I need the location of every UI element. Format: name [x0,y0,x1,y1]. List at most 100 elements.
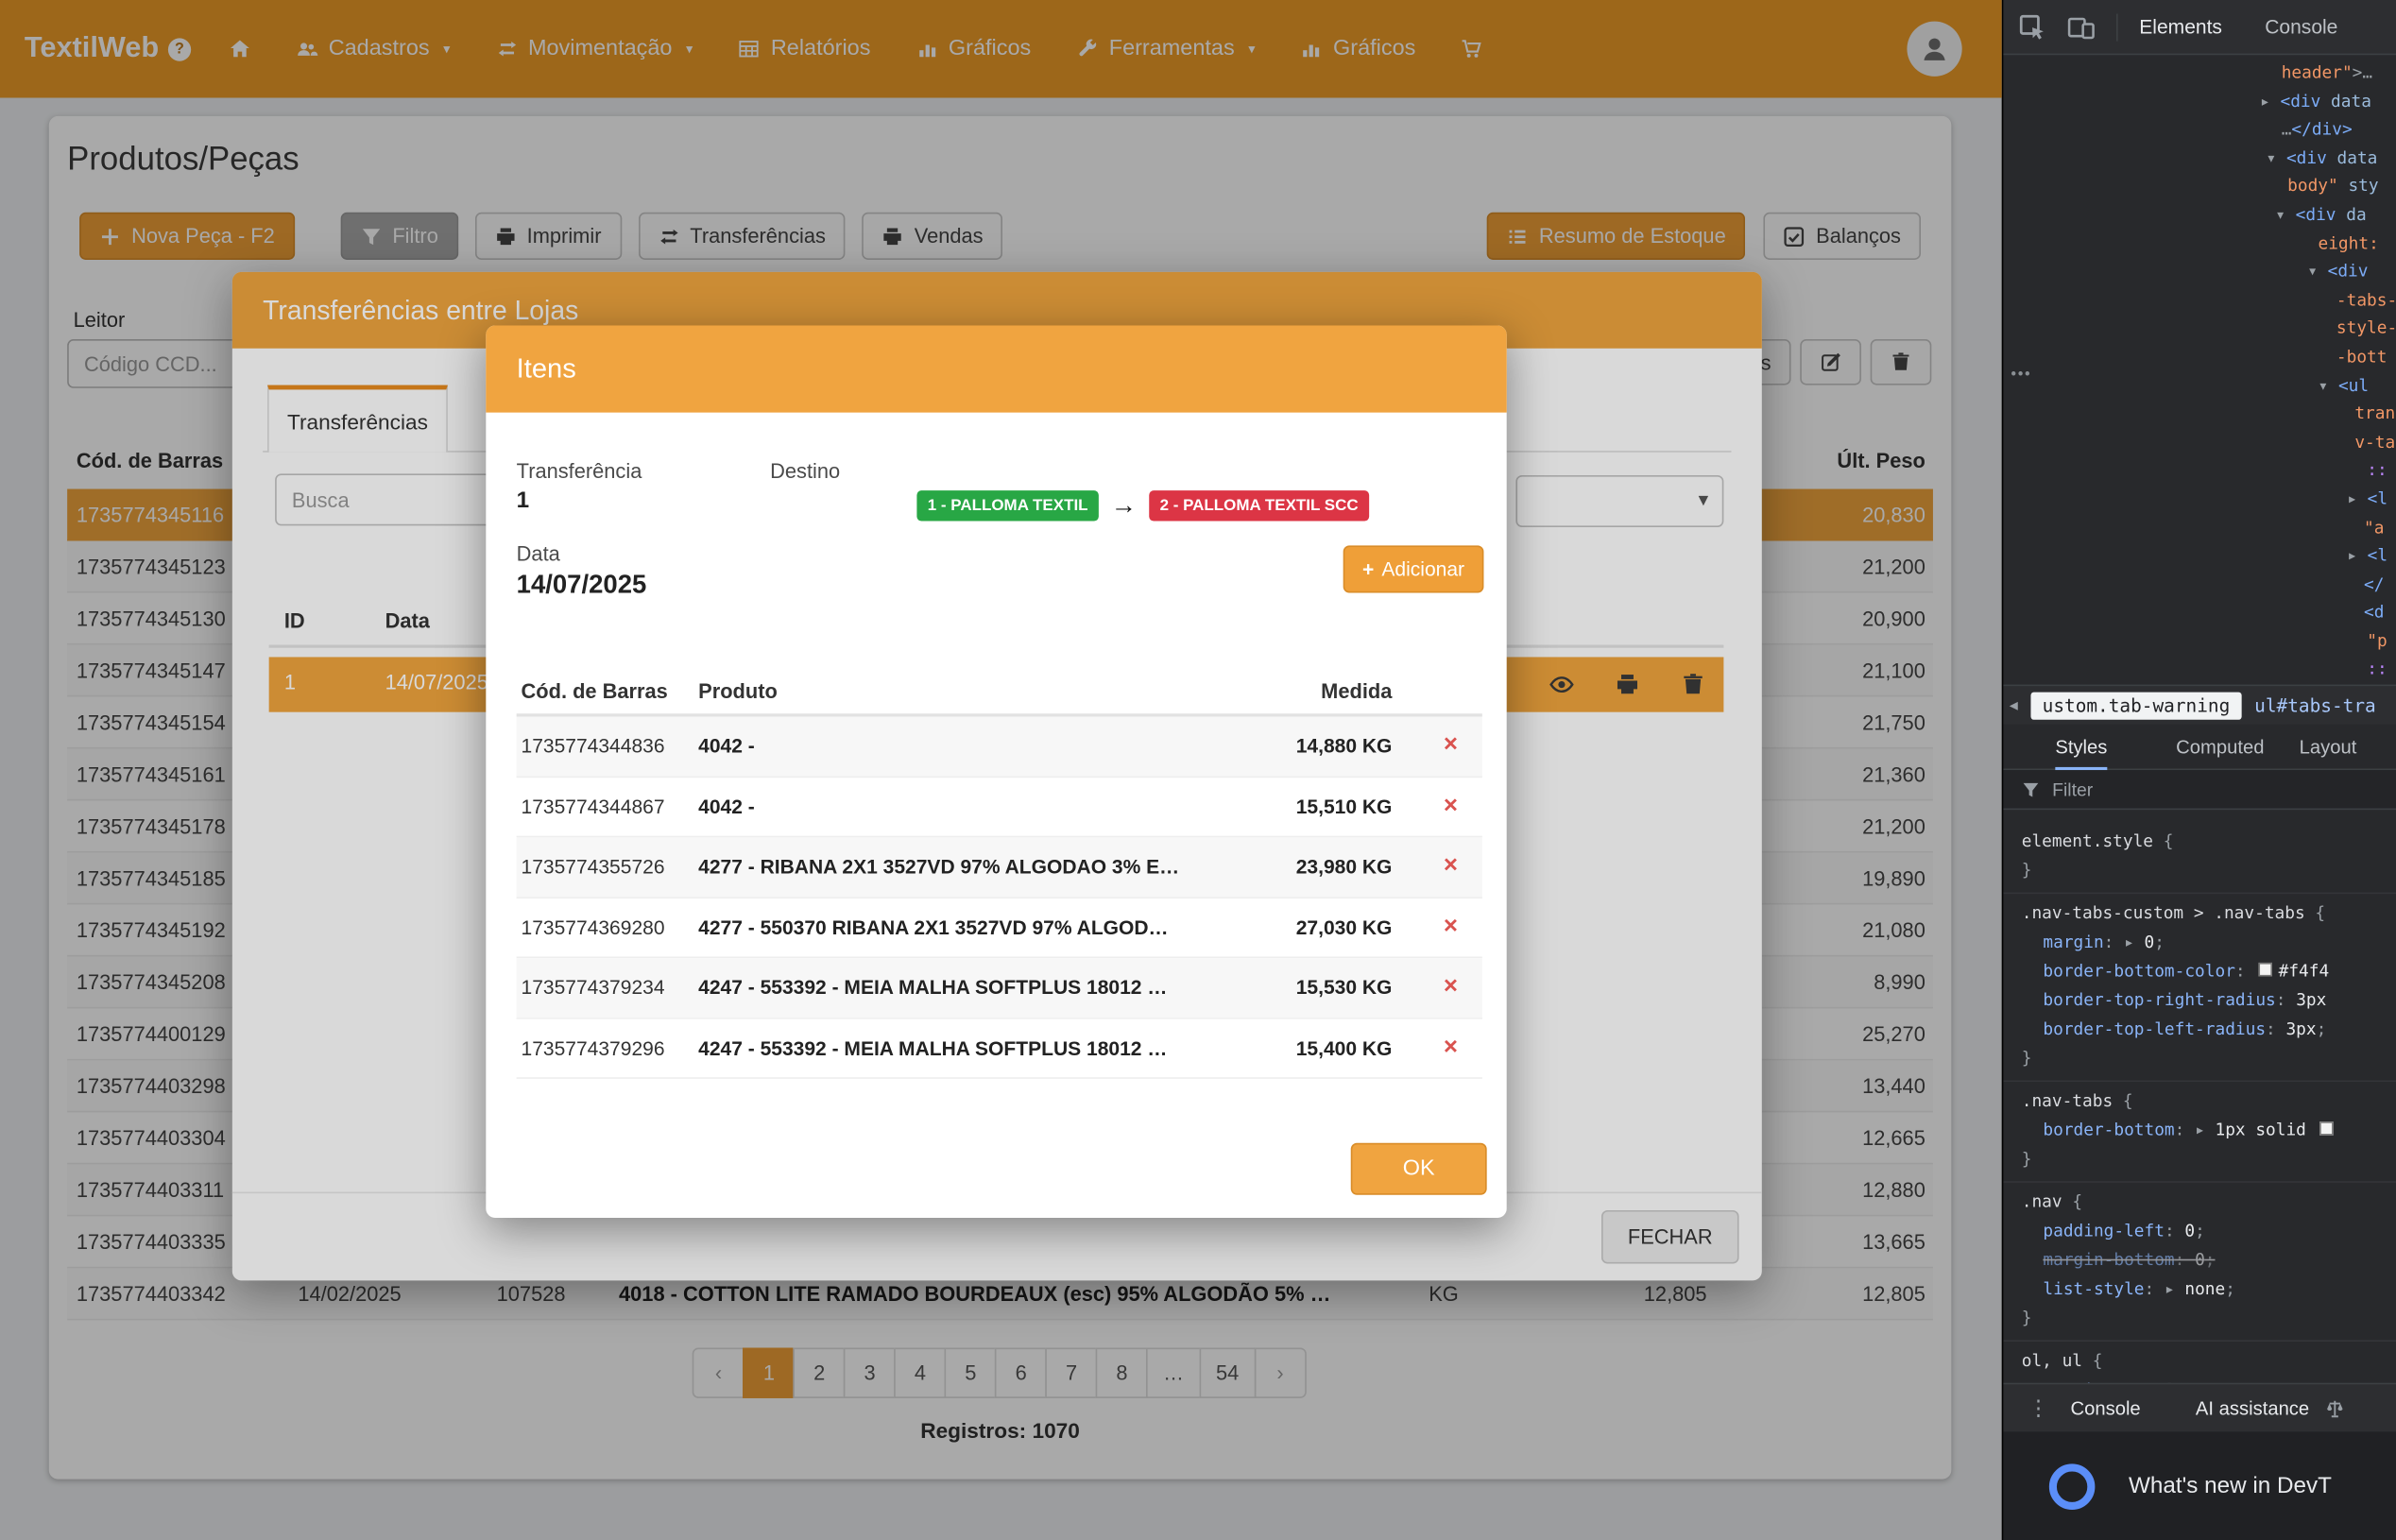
css-line[interactable]: ol, ul { [2022,1346,2396,1376]
css-line[interactable]: margin: ▸ 0; [2022,928,2396,957]
itens-table: 17357743448364042 -14,880 KG×17357743448… [517,717,1482,1079]
remove-item-button[interactable]: × [1444,974,1458,1001]
tree-line[interactable]: </ [2003,571,2396,599]
transferencia-value: 1 [517,488,529,513]
col-medida: Medida [1321,680,1392,703]
css-line[interactable]: margin-bottom: 0; [2022,1245,2396,1275]
tab-elements[interactable]: Elements [2139,15,2222,38]
tree-line[interactable]: …</div> [2003,116,2396,145]
css-line[interactable]: border-top-right-radius: 3px [2022,985,2396,1015]
css-line[interactable]: border-bottom: ▸ 1px solid [2022,1116,2396,1145]
destino-label: Destino [770,460,840,483]
css-line[interactable]: border-top-left-radius: 3px; [2022,1015,2396,1044]
tree-line[interactable]: :: [2003,657,2396,685]
tree-line[interactable]: style- [2003,316,2396,344]
tree-line[interactable]: ▾ <div da [2003,201,2396,230]
tree-line[interactable]: "p [2003,628,2396,657]
css-line[interactable]: .nav-tabs-custom > .nav-tabs { [2022,898,2396,928]
color-swatch-icon [2259,963,2273,977]
css-line[interactable]: .nav { [2022,1188,2396,1217]
css-line[interactable]: } [2022,1304,2396,1333]
tab-styles[interactable]: Styles [2055,736,2107,758]
drawer-tab-ai-assistance[interactable]: AI assistance [2196,1397,2309,1419]
cell-barcode: 1735774379234 [522,976,665,999]
tree-line[interactable]: ▸ <l [2003,542,2396,571]
tree-line[interactable]: v-ta [2003,429,2396,457]
css-line[interactable]: element.style { [2022,827,2396,856]
css-line[interactable]: } [2022,1044,2396,1073]
item-row: 17357743792344247 - 553392 - MEIA MALHA … [517,958,1482,1018]
tab-layout[interactable]: Layout [2300,736,2357,758]
scale-icon [2324,1397,2346,1419]
remove-item-button[interactable]: × [1444,914,1458,941]
route-badges: 1 - PALLOMA TEXTIL → 2 - PALLOMA TEXTIL … [916,490,1369,521]
css-line[interactable]: .nav-tabs { [2022,1087,2396,1116]
col-codigo: Cód. de Barras [522,680,668,703]
css-rule: element.style {} [2003,822,2396,894]
css-rule: .nav-tabs {border-bottom: ▸ 1px solid } [2003,1082,2396,1183]
tree-line[interactable]: body" sty [2003,173,2396,201]
device-toolbar-icon[interactable] [2067,13,2095,41]
tree-line[interactable]: <d [2003,599,2396,627]
css-rule: .nav-tabs-custom > .nav-tabs {margin: ▸ … [2003,894,2396,1082]
cell-medida: 15,510 KG [1296,795,1393,817]
adicionar-button[interactable]: + Adicionar [1343,545,1484,592]
css-line[interactable]: } [2022,1144,2396,1173]
remove-item-button[interactable]: × [1444,1035,1458,1062]
remove-item-button[interactable]: × [1444,793,1458,820]
adicionar-label: Adicionar [1381,557,1464,580]
css-line[interactable]: margin-top: 0; [2022,1376,2396,1383]
ok-button[interactable]: OK [1351,1143,1487,1195]
cell-produto: 4042 - [698,795,1225,817]
tree-line[interactable]: ▾ <div [2003,259,2396,287]
cell-produto: 4042 - [698,735,1225,758]
tree-line[interactable]: ▾ <div data [2003,145,2396,173]
tree-line[interactable]: ▾ <ul [2003,372,2396,401]
remove-item-button[interactable]: × [1444,732,1458,760]
drawer-menu-icon[interactable]: ⋮ [2028,1395,2049,1421]
sidebar-pane-tabs: Styles Computed Layout [2003,725,2396,771]
itens-modal: Itens Transferência 1 Destino 1 - PALLOM… [486,325,1506,1218]
tree-line[interactable]: -bott [2003,344,2396,372]
breadcrumb-selected[interactable]: ustom.tab-warning [2030,692,2243,719]
styles-rules: element.style {}.nav-tabs-custom > .nav-… [2003,810,2396,1383]
cell-produto: 4247 - 553392 - MEIA MALHA SOFTPLUS 1801… [698,1036,1225,1059]
tree-line[interactable]: header">… [2003,60,2396,88]
inspect-icon[interactable] [2019,13,2046,41]
elements-tree: header">…▸ <div data…</div>▾ <div databo… [2003,55,2396,684]
item-row: 17357743557264277 - RIBANA 2X1 3527VD 97… [517,837,1482,898]
css-line[interactable]: } [2022,856,2396,885]
drawer-tab-console[interactable]: Console [2071,1397,2141,1419]
tree-line[interactable]: "a [2003,514,2396,542]
cell-medida: 15,400 KG [1296,1036,1393,1059]
tree-line[interactable]: :: [2003,457,2396,486]
browser-page: TextilWeb ? Cadastros▾Movimentação▾Relat… [0,0,2002,1540]
tree-line[interactable]: -tabs- [2003,287,2396,316]
breadcrumb-next[interactable]: ul#tabs-tra [2254,694,2376,716]
tab-console[interactable]: Console [2265,15,2337,38]
item-row: 17357743792964247 - 553392 - MEIA MALHA … [517,1018,1482,1079]
whats-new-text: What's new in DevT [2129,1473,2332,1498]
css-rule: ol, ul {margin-top: 0;margin-botto [2003,1342,2396,1383]
css-line[interactable]: padding-left: 0; [2022,1216,2396,1245]
cell-medida: 23,980 KG [1296,855,1393,878]
crumbs-scroll-left-icon[interactable]: ◂ [2010,695,2018,715]
whats-new-banner[interactable]: What's new in DevT [2003,1431,2396,1540]
tree-line[interactable]: eight: [2003,231,2396,259]
devtools-toolbar: Elements Console [2003,0,2396,55]
col-produto: Produto [698,680,778,703]
styles-filter[interactable]: Filter [2003,770,2396,810]
tree-line[interactable]: ▸ <div data [2003,88,2396,116]
arrow-right-icon: → [1111,490,1137,521]
css-line[interactable]: list-style: ▸ none; [2022,1275,2396,1304]
remove-item-button[interactable]: × [1444,853,1458,881]
tree-ellipsis-icon[interactable]: ••• [2011,367,2031,384]
item-row: 17357743448364042 -14,880 KG× [517,717,1482,778]
filter-funnel-icon [2022,780,2040,798]
item-row: 17357743448674042 -15,510 KG× [517,777,1482,837]
css-line[interactable]: border-bottom-color: #f4f4 [2022,956,2396,985]
tree-line[interactable]: ▸ <l [2003,486,2396,514]
tab-computed[interactable]: Computed [2176,736,2264,758]
item-row: 17357743692804277 - 550370 RIBANA 2X1 35… [517,898,1482,958]
tree-line[interactable]: tran [2003,401,2396,429]
